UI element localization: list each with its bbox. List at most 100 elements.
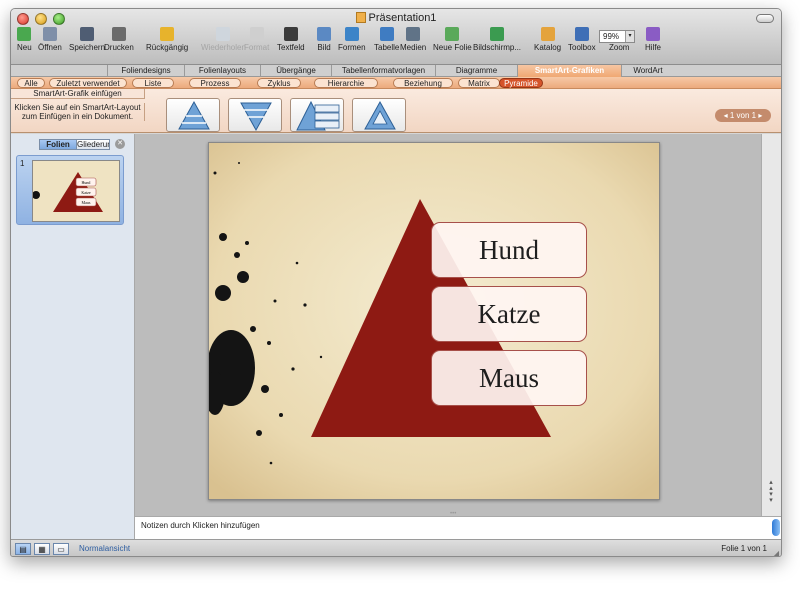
- notes-pane[interactable]: Notizen durch Klicken hinzufügen •••: [135, 511, 781, 539]
- category-5[interactable]: Zyklus: [257, 78, 301, 88]
- toolbar-button-2[interactable]: Öffnen: [38, 27, 62, 52]
- chevron-left-icon[interactable]: ◂: [724, 111, 728, 120]
- tab-folien[interactable]: Folien: [39, 139, 77, 150]
- pyramid-list-layout-icon: [296, 100, 340, 131]
- category-8[interactable]: Matrix: [458, 78, 500, 88]
- ribbon-tab-6[interactable]: SmartArt-Grafiken: [517, 65, 621, 77]
- slide-nav-arrows[interactable]: ▴ ▴ ▾ ▾: [765, 479, 777, 504]
- smartart-thumb-pyramid[interactable]: [166, 98, 220, 132]
- toolbar-label: Katalog: [534, 43, 562, 52]
- pyramid-item-1[interactable]: Hund: [431, 222, 587, 278]
- vertical-scrollbar[interactable]: ▴ ▴ ▾ ▾: [761, 134, 781, 516]
- normal-view-icon: ▤: [19, 545, 27, 554]
- toolbar-button-10[interactable]: Formen: [338, 27, 366, 52]
- category-7[interactable]: Beziehung: [393, 78, 453, 88]
- close-pane-icon[interactable]: ✕: [115, 139, 125, 149]
- pyramid-item-3[interactable]: Maus: [431, 350, 587, 406]
- category-1[interactable]: Alle: [17, 78, 45, 88]
- toolbar-label: Wiederholen: [201, 43, 246, 52]
- new-doc-icon: [17, 27, 32, 41]
- toolbar-button-9[interactable]: Bild: [317, 27, 331, 52]
- slide-thumbnail: Hund Katze Maus: [32, 160, 120, 222]
- toolbar-button-16[interactable]: Toolbox: [568, 27, 596, 52]
- ribbon-tab-3[interactable]: Übergänge: [260, 65, 331, 77]
- undo-icon: [160, 27, 175, 41]
- smartart-panel-description: Klicken Sie auf ein SmartArt-Layout zum …: [11, 103, 145, 121]
- thumb-item-1: Hund: [82, 180, 91, 185]
- help-icon: [646, 27, 660, 41]
- ribbon-tab-1[interactable]: Foliendesigns: [107, 65, 184, 77]
- gallery-pager[interactable]: ◂ 1 von 1 ▸: [715, 109, 771, 122]
- window-title: Präsentation1: [11, 12, 781, 24]
- gallery-icon: [540, 27, 555, 41]
- chevron-right-icon[interactable]: ▸: [758, 111, 762, 120]
- pyramid-item-2[interactable]: Katze: [431, 286, 587, 342]
- smartart-thumb-segmented-pyramid[interactable]: [352, 98, 406, 132]
- toolbar-button-18[interactable]: Hilfe: [645, 27, 661, 52]
- slide-canvas[interactable]: Hund Katze Maus: [208, 142, 660, 500]
- normal-view-button[interactable]: ▤: [15, 543, 31, 555]
- toolbar-label: Neu: [17, 43, 32, 52]
- slide-sorter-button[interactable]: ▦: [34, 543, 50, 555]
- tab-gliederung[interactable]: Gliederung: [76, 139, 110, 150]
- ribbon-tab-5[interactable]: Diagramme: [435, 65, 517, 77]
- toolbar-button-3[interactable]: Speichern: [69, 27, 105, 52]
- toolbar-button-5[interactable]: Rückgängig: [146, 27, 188, 52]
- slide-number: 1: [20, 159, 25, 168]
- category-6[interactable]: Hierarchie: [314, 78, 378, 88]
- picture-icon: [317, 27, 331, 41]
- save-disk-icon: [80, 27, 95, 41]
- view-label: Normalansicht: [79, 544, 131, 553]
- toolbar-label: Format: [244, 43, 270, 52]
- slide-thumbnail-preview: Hund Katze Maus: [32, 161, 119, 221]
- ribbon-tab-7[interactable]: WordArt: [621, 65, 674, 77]
- pyramid-layout-icon: [178, 100, 210, 130]
- toolbar-toggle-button[interactable]: [756, 14, 774, 23]
- category-9[interactable]: Pyramide: [499, 78, 543, 88]
- slideshow-icon: [490, 27, 504, 41]
- zoom-value: 99%: [603, 32, 620, 41]
- chevron-down-icon[interactable]: ▾: [625, 31, 634, 42]
- toolbar-label: Drucken: [104, 43, 134, 52]
- notes-scroll-knob[interactable]: [772, 519, 780, 536]
- category-3[interactable]: Liste: [132, 78, 174, 88]
- smartart-category-bar: Alle Zuletzt verwendet Liste Prozess Zyklus H…: [11, 77, 781, 89]
- toolbar-button-11[interactable]: Tabelle: [374, 27, 399, 52]
- document-icon: [355, 12, 366, 23]
- toolbar-button-15[interactable]: Katalog: [534, 27, 561, 52]
- toolbar-button-8[interactable]: Textfeld: [277, 27, 305, 52]
- toolbar-button-6[interactable]: Wiederholen: [201, 27, 246, 52]
- notes-placeholder: Notizen durch Klicken hinzufügen: [141, 521, 260, 530]
- notes-resize-handle[interactable]: •••: [450, 511, 456, 517]
- toolbar-button-7[interactable]: Format: [244, 27, 269, 52]
- toolbar-label: Formen: [338, 43, 366, 52]
- slide-sidebar: Folien Gliederung ✕ 1 Hund Katze Maus ⋮: [11, 134, 139, 539]
- smartart-thumb-pyramid-list[interactable]: [290, 98, 344, 132]
- redo-icon: [216, 27, 231, 41]
- ribbon-tab-4[interactable]: Tabellenformatvorlagen: [331, 65, 435, 77]
- zoom-field[interactable]: 99% ▾: [599, 30, 635, 43]
- toolbar-label: Tabelle: [374, 43, 400, 52]
- toolbar-label: Speichern: [69, 43, 106, 52]
- toolbar-button-4[interactable]: Drucken: [104, 27, 134, 52]
- open-folder-icon: [42, 27, 57, 41]
- toolbar-button-12[interactable]: Medien: [400, 27, 426, 52]
- media-icon: [406, 27, 421, 41]
- toolbar-label: Bild: [317, 43, 331, 52]
- gallery-page-label: 1 von 1: [729, 111, 757, 120]
- resize-grip-icon[interactable]: ◢: [773, 549, 779, 556]
- toolbar-label: Öffnen: [38, 43, 62, 52]
- slide-thumbnail-selected[interactable]: 1 Hund Katze Maus: [16, 155, 124, 225]
- category-4[interactable]: Prozess: [189, 78, 241, 88]
- slideshow-view-button[interactable]: ▭: [53, 543, 69, 555]
- toolbar-button-13[interactable]: Neue Folie: [433, 27, 472, 52]
- toolbar-label: Medien: [400, 43, 427, 52]
- category-2[interactable]: Zuletzt verwendet: [49, 78, 127, 88]
- toolbar-button-1[interactable]: Neu: [17, 27, 32, 52]
- toolbar-label: Toolbox: [568, 43, 596, 52]
- window-title-text: Präsentation1: [368, 12, 437, 24]
- smartart-panel-heading: SmartArt-Grafik einfügen: [11, 89, 145, 99]
- toolbar-button-14[interactable]: Bildschirmp...: [473, 27, 521, 52]
- smartart-thumb-inverted-pyramid[interactable]: [228, 98, 282, 132]
- ribbon-tab-2[interactable]: Folienlayouts: [184, 65, 260, 77]
